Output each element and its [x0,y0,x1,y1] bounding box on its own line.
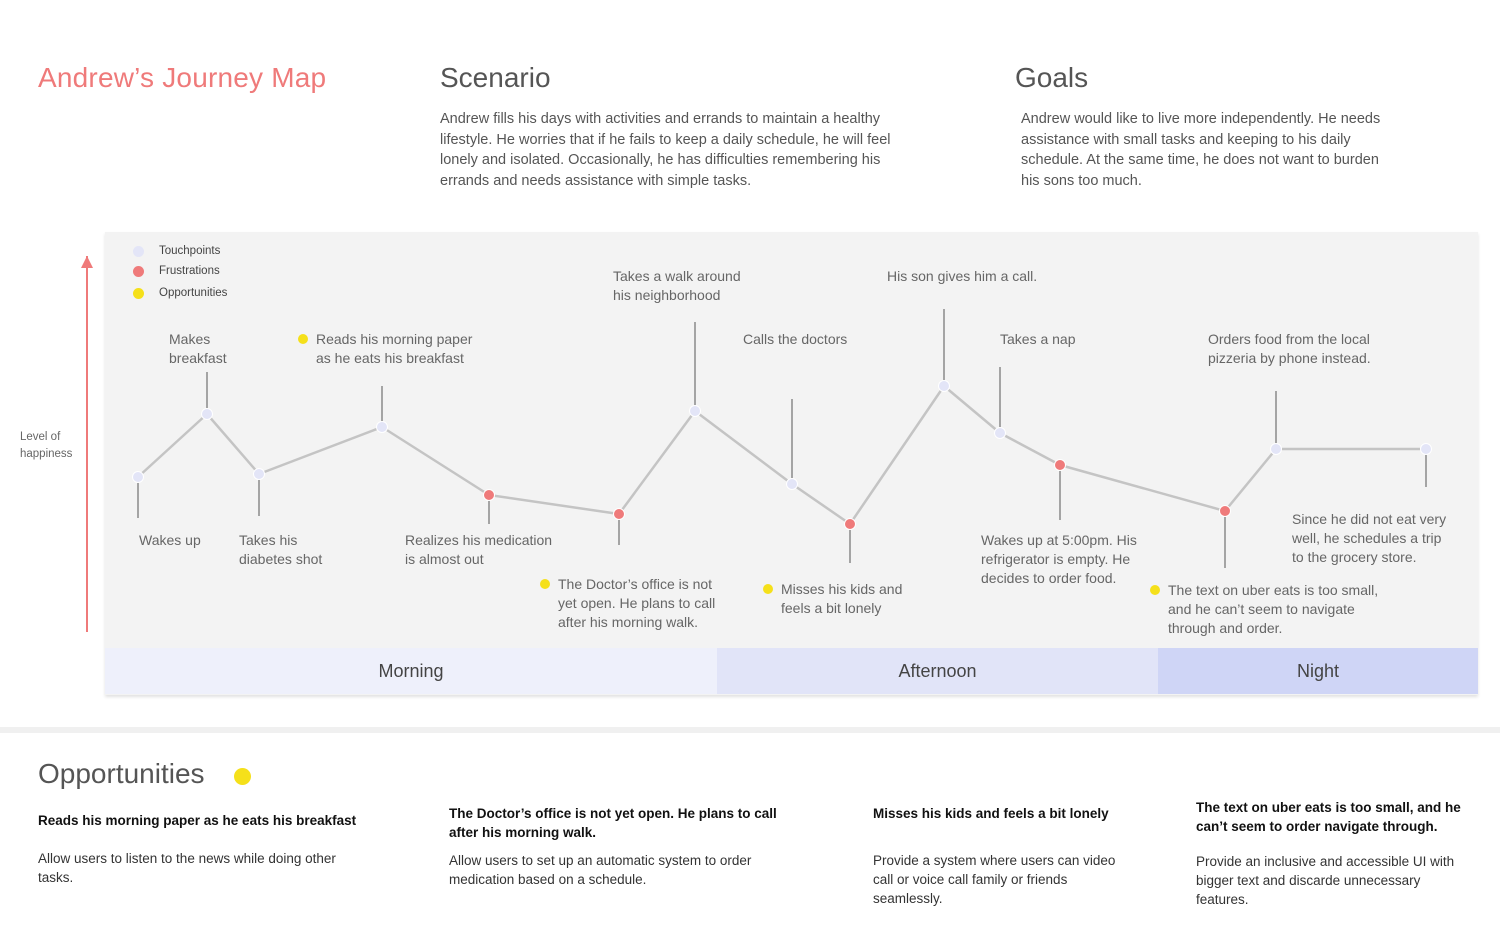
step-label: Wakes up [139,531,201,550]
opportunity-dot-icon [540,579,550,589]
step-label: Takes his diabetes shot [239,531,322,569]
step-label-line: well, he schedules a trip [1292,530,1442,546]
opportunity-card-title: Reads his morning paper as he eats his b… [38,813,357,828]
step-label: The text on uber eats is too small, and h… [1150,581,1378,638]
step-label-line: His son gives him a call. [887,268,1038,284]
step-label: His son gives him a call. [887,267,1037,286]
step-label-line: decides to order food. [981,570,1117,586]
touchpoint-point [994,427,1006,439]
period-afternoon: Afternoon [717,648,1158,694]
step-label: Takes a walk around his neighborhood [613,267,741,305]
step-label-line: breakfast [169,350,227,366]
step-label-line: Takes a nap [1000,331,1076,347]
step-label-line: Takes his [239,532,298,548]
step-label-line: yet open. He plans to call [558,595,716,611]
step-label: Makes breakfast [169,330,227,368]
frustration-point [483,489,495,501]
step-label-line: The text on uber eats is too small, [1168,582,1379,598]
step-label: Misses his kids and feels a bit lonely [763,580,902,618]
touchpoint-point [253,468,265,480]
touchpoint-point [786,478,798,490]
opportunity-card: Misses his kids and feels a bit lonely P… [873,804,1173,908]
opportunity-dot-icon [1150,585,1160,595]
step-label-line: Misses his kids and [781,581,903,597]
touchpoint-point [938,380,950,392]
step-label-line: Wakes up [139,532,201,548]
step-label-line: after his morning walk. [558,614,699,630]
step-label-line: and he can’t seem to navigate [1168,601,1355,617]
opportunity-card-title: The Doctor’s office is not yet open. He … [449,806,777,840]
opportunity-card-title: Misses his kids and feels a bit lonely [873,806,1109,821]
opportunity-card-body: Allow users to listen to the news while … [38,851,336,885]
opportunity-dot-icon [298,334,308,344]
step-label-line: through and order. [1168,620,1283,636]
step-label-line: Wakes up at 5:00pm. His [981,532,1137,548]
touchpoint-point [1270,443,1282,455]
step-label: The Doctor’s office is not yet open. He p… [540,575,715,632]
step-label: Calls the doctors [743,330,847,349]
step-label-line: his neighborhood [613,287,721,303]
step-label-line: Calls the doctors [743,331,848,347]
step-label-line: Reads his morning paper [316,331,473,347]
step-label-line: is almost out [405,551,484,567]
opportunity-dot-icon [763,584,773,594]
opportunity-card: The Doctor’s office is not yet open. He … [449,804,829,889]
touchpoint-point [201,408,213,420]
section-divider [0,727,1500,733]
step-label-line: pizzeria by phone instead. [1208,350,1371,366]
step-label: Orders food from the local pizzeria by ph… [1208,330,1371,368]
step-label-line: The Doctor’s office is not [558,576,713,592]
step-label-line: as he eats his breakfast [316,350,464,366]
touchpoint-point [689,405,701,417]
frustration-point [613,508,625,520]
step-label-line: refrigerator is empty. He [981,551,1131,567]
step-label-line: Makes [169,331,211,347]
opportunity-card-body: Provide an inclusive and accessible UI w… [1196,854,1455,907]
step-label: Realizes his medication is almost out [405,531,552,569]
step-label: Takes a nap [1000,330,1076,349]
frustration-point [1054,459,1066,471]
frustration-point [1219,505,1231,517]
period-morning: Morning [105,648,717,694]
step-label-line: Takes a walk around [613,268,741,284]
step-label-line: Orders food from the local [1208,331,1370,347]
touchpoint-point [132,471,144,483]
opportunity-card-body: Provide a system where users can video c… [873,853,1116,906]
step-label: Wakes up at 5:00pm. His refrigerator is e… [981,531,1137,588]
opportunities-heading: Opportunities [38,758,205,789]
step-label-line: Realizes his medication [405,532,553,548]
opportunity-card-title: The text on uber eats is too small, and … [1196,800,1461,834]
touchpoint-point [1420,443,1432,455]
step-label-line: feels a bit lonely [781,600,882,616]
opportunity-card: Reads his morning paper as he eats his b… [38,811,398,887]
touchpoint-point [376,421,388,433]
step-label-line: to the grocery store. [1292,549,1417,565]
step-label-line: Since he did not eat very [1292,511,1447,527]
opportunity-card: The text on uber eats is too small, and … [1196,798,1496,909]
opportunity-card-body: Allow users to set up an automatic syste… [449,853,752,887]
happiness-curve [137,384,1426,526]
step-label: Reads his morning paper as he eats his br… [298,330,472,368]
step-label-line: diabetes shot [239,551,323,567]
step-label: Since he did not eat very well, he schedu… [1292,510,1446,567]
frustration-point [844,518,856,530]
opportunity-dot-icon [234,768,251,785]
period-night: Night [1158,648,1478,694]
